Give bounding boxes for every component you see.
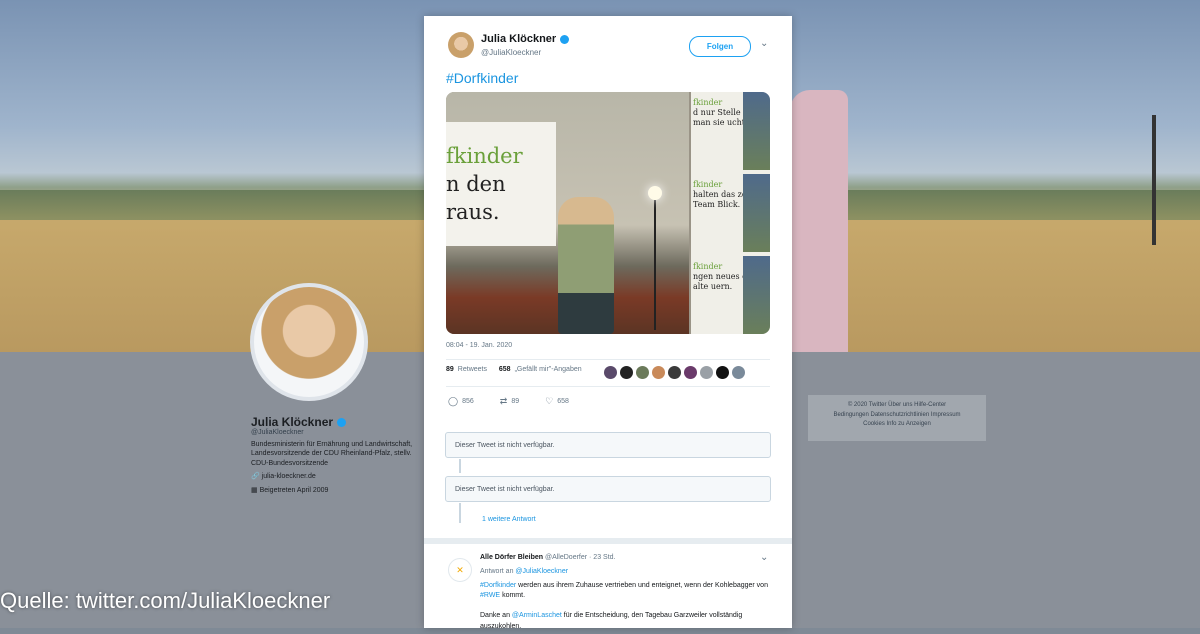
reply-icon: ◯ (448, 396, 459, 406)
reply-author-avatar[interactable]: ✕ (448, 558, 472, 582)
media-tile-3[interactable]: fkinder ngen neues en in alte uern. (691, 256, 770, 334)
tweet-media[interactable]: fkinder n den raus. fkinder d nur Stelle … (446, 92, 770, 334)
reply-to-handle-link[interactable]: @JuliaKloeckner (515, 568, 568, 575)
retweet-icon: ⇄ (499, 396, 508, 406)
retweets-label: Retweets (457, 366, 487, 373)
heart-icon: ♡ (545, 396, 554, 406)
tweet-author-avatar[interactable] (448, 32, 474, 58)
profile-sidebar: Julia Klöckner @JuliaKloeckner Bundesmin… (251, 415, 421, 499)
media-text-line-2: n den (446, 172, 506, 196)
media-main-image: fkinder n den raus. (446, 92, 689, 334)
tweet-timestamp[interactable]: 08:04 - 19. Jan. 2020 (446, 342, 512, 349)
more-replies-link[interactable]: 1 weitere Antwort (482, 516, 536, 523)
like-button[interactable]: ♡ 658 (545, 396, 569, 407)
profile-handle[interactable]: @JuliaKloeckner (251, 429, 421, 436)
reply-body-end: kommt. (502, 592, 526, 600)
media-lamp (648, 186, 662, 200)
liker-avatar[interactable] (668, 366, 681, 379)
divider (446, 359, 770, 360)
liker-avatar[interactable] (684, 366, 697, 379)
likes-label: „Gefällt mir"-Angaben (514, 366, 582, 373)
media-text-line-1: fkinder (446, 144, 523, 168)
media-text-line-3: raus. (446, 200, 500, 224)
tile-2-title: fkinder (693, 180, 723, 189)
tweet-actions: ◯ 856 ⇄ 89 ♡ 658 (448, 396, 569, 407)
footer-line-3[interactable]: Cookies Info zu Anzeigen (808, 420, 986, 430)
tile-3-photo (743, 256, 770, 334)
liker-avatar[interactable] (652, 366, 665, 379)
reply-count: 856 (462, 398, 474, 405)
profile-website-text: julia-kloeckner.de (261, 473, 316, 481)
reply-body-text: werden aus ihrem Zuhause vertrieben und … (518, 582, 768, 589)
tweet-author-handle[interactable]: @JuliaKloeckner (481, 48, 541, 57)
liker-avatar[interactable] (636, 366, 649, 379)
thread-connector (459, 459, 461, 473)
reply-to-line: Antwort an @JuliaKloeckner (480, 568, 568, 575)
tile-1-title: fkinder (693, 98, 723, 107)
divider (446, 386, 770, 387)
chevron-down-icon[interactable]: ⌄ (760, 38, 768, 49)
reply-body2-prefix: Danke an (480, 612, 510, 620)
retweets-count[interactable]: 89 (446, 366, 454, 373)
profile-joined: ▦ Beigetreten April 2009 (251, 486, 329, 494)
follow-button[interactable]: Folgen (689, 36, 751, 57)
reply-body: #Dorfkinder werden aus ihrem Zuhause ver… (480, 581, 770, 632)
footer-line-1[interactable]: © 2020 Twitter Über uns Hilfe-Center (808, 401, 986, 411)
liker-avatar[interactable] (732, 366, 745, 379)
reply-hashtag-link[interactable]: #Dorfkinder (480, 582, 516, 589)
chevron-down-icon[interactable]: ⌄ (760, 552, 768, 563)
media-lamp-stand (654, 200, 656, 330)
tile-2-text: halten das ze Team Blick. (693, 190, 747, 209)
like-count: 658 (557, 398, 569, 405)
profile-name[interactable]: Julia Klöckner (251, 415, 421, 429)
profile-joined-text: Beigetreten April 2009 (259, 486, 329, 494)
liker-avatar[interactable] (604, 366, 617, 379)
media-tile-2[interactable]: fkinder halten das ze Team Blick. (691, 174, 770, 252)
tweet-card: Julia Klöckner @JuliaKloeckner Folgen ⌄ … (424, 16, 792, 630)
media-tile-1[interactable]: fkinder d nur Stelle wo man sie ucht. (691, 92, 770, 170)
unavailable-tweet: Dieser Tweet ist nicht verfügbar. (445, 432, 771, 458)
reply-to-prefix: Antwort an (480, 568, 514, 575)
media-side-column: fkinder d nur Stelle wo man sie ucht. fki… (691, 92, 770, 334)
media-child-figure (558, 197, 614, 334)
tweet-stats: 89 Retweets 658 „Gefällt mir"-Angaben (446, 366, 582, 373)
reply-tweet[interactable]: ✕ Alle Dörfer Bleiben @AlleDoerfer · 23 … (424, 538, 792, 634)
tile-1-photo (743, 92, 770, 170)
tile-2-photo (743, 174, 770, 252)
tile-3-title: fkinder (693, 262, 723, 271)
reply-header: Alle Dörfer Bleiben @AlleDoerfer · 23 St… (480, 554, 616, 561)
profile-avatar[interactable] (250, 283, 368, 401)
liker-avatar[interactable] (620, 366, 633, 379)
tweet-author[interactable]: Julia Klöckner (481, 33, 570, 45)
retweet-count: 89 (511, 398, 520, 405)
likes-count[interactable]: 658 (499, 366, 511, 373)
profile-bio: Bundesministerin für Ernährung und Landw… (251, 441, 413, 467)
unavailable-tweet: Dieser Tweet ist nicht verfügbar. (445, 476, 771, 502)
profile-name-text: Julia Klöckner (251, 415, 334, 429)
liker-avatars (604, 366, 745, 379)
reply-rwe-link[interactable]: #RWE (480, 592, 500, 599)
reply-handle-time[interactable]: @AlleDoerfer · 23 Std. (545, 554, 616, 561)
source-caption: Quelle: twitter.com/JuliaKloeckner (0, 588, 331, 613)
verified-icon (560, 34, 570, 44)
profile-website[interactable]: 🔗 julia-kloeckner.de (251, 472, 421, 481)
reply-mention-link[interactable]: @ArminLaschet (512, 612, 562, 619)
liker-avatar[interactable] (700, 366, 713, 379)
liker-avatar[interactable] (716, 366, 729, 379)
footer-links: © 2020 Twitter Über uns Hilfe-Center Bed… (808, 395, 986, 441)
thread-connector (459, 503, 461, 523)
verified-icon (337, 417, 347, 427)
banner-person (790, 90, 848, 352)
reply-author-name[interactable]: Alle Dörfer Bleiben (480, 554, 543, 561)
retweet-button[interactable]: ⇄ 89 (500, 396, 519, 407)
reply-button[interactable]: ◯ 856 (448, 396, 474, 407)
banner-power-pole (1152, 115, 1156, 245)
tweet-author-name: Julia Klöckner (481, 33, 557, 45)
tweet-hashtag[interactable]: #Dorfkinder (446, 70, 518, 86)
footer-line-2[interactable]: Bedingungen Datenschutzrichtlinien Impre… (808, 411, 986, 421)
